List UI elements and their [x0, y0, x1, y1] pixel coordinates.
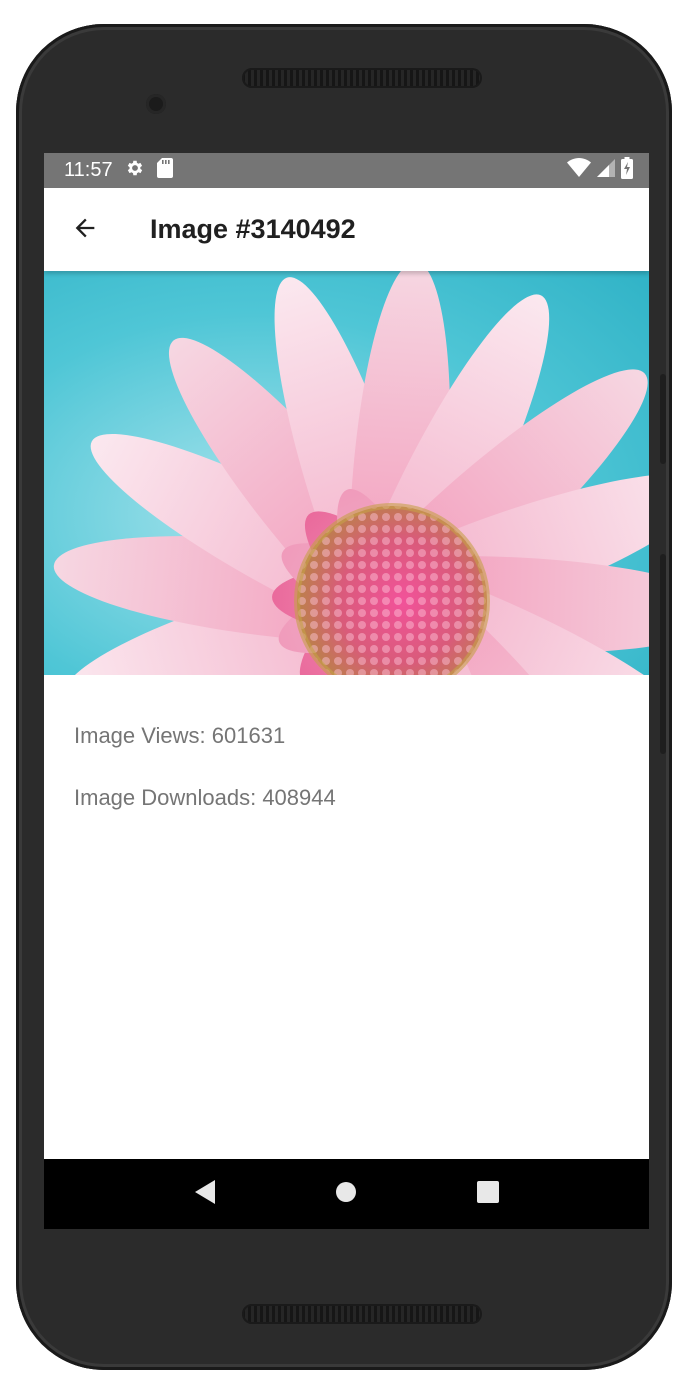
flower-image	[44, 271, 649, 675]
signal-icon	[597, 158, 615, 183]
screen: 11:57 Image #3140492 Image Views: 601631…	[44, 153, 649, 1229]
page-title: Image #3140492	[150, 214, 356, 244]
nav-recents-button[interactable]	[463, 1169, 513, 1219]
status-bar: 11:57	[44, 153, 649, 188]
navigation-bar	[44, 1159, 649, 1229]
status-time: 11:57	[64, 159, 113, 181]
power-button	[660, 374, 666, 464]
image-stats: Image Views: 601631 Image Downloads: 408…	[44, 675, 649, 811]
app-bar: Image #3140492	[44, 188, 649, 271]
back-button[interactable]	[44, 188, 126, 271]
top-speaker	[242, 68, 482, 88]
sd-card-icon	[156, 157, 173, 184]
hero-image	[44, 271, 649, 675]
bottom-speaker	[242, 1304, 482, 1324]
nav-home-icon	[335, 1181, 357, 1207]
nav-back-button[interactable]	[180, 1169, 230, 1219]
nav-recents-icon	[477, 1181, 500, 1207]
battery-charging-icon	[621, 156, 633, 185]
volume-button	[660, 554, 666, 754]
wifi-icon	[567, 157, 591, 184]
image-downloads: Image Downloads: 408944	[74, 785, 336, 810]
settings-icon	[125, 158, 145, 184]
front-camera	[146, 94, 166, 114]
image-views: Image Views: 601631	[74, 723, 286, 748]
nav-back-icon	[193, 1179, 217, 1209]
arrow-back-icon	[71, 214, 99, 246]
nav-home-button[interactable]	[321, 1169, 371, 1219]
